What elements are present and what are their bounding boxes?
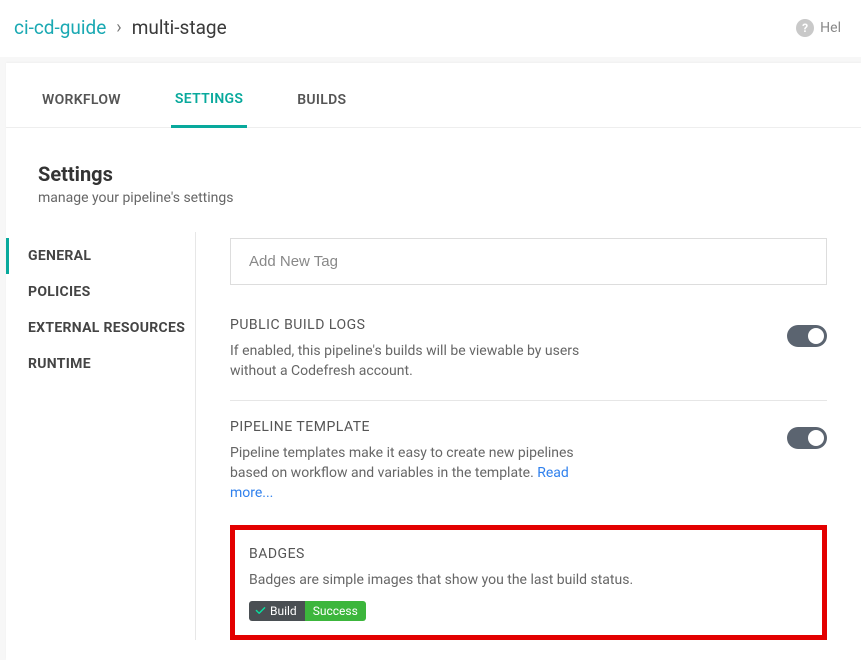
help-label: Hel xyxy=(820,20,841,36)
badge-build-label: Build xyxy=(270,604,297,618)
content-background: WORKFLOW SETTINGS BUILDS Settings manage… xyxy=(0,57,861,660)
tab-builds[interactable]: BUILDS xyxy=(293,91,350,127)
section-desc: If enabled, this pipeline's builds will … xyxy=(230,341,610,382)
badge-status-label: Success xyxy=(305,601,366,621)
section-title: PIPELINE TEMPLATE xyxy=(230,419,787,435)
section-pipeline-template: PIPELINE TEMPLATE Pipeline templates mak… xyxy=(230,400,827,522)
page-subtitle: manage your pipeline's settings xyxy=(38,190,861,206)
sidenav-external-resources[interactable]: EXTERNAL RESOURCES xyxy=(6,310,195,346)
sidenav-policies[interactable]: POLICIES xyxy=(6,274,195,310)
page-header: Settings manage your pipeline's settings xyxy=(6,128,861,214)
section-title: BADGES xyxy=(249,546,808,562)
build-status-badge[interactable]: Build Success xyxy=(249,601,366,621)
settings-sidenav: GENERAL POLICIES EXTERNAL RESOURCES RUNT… xyxy=(6,232,196,640)
sidenav-general[interactable]: GENERAL xyxy=(6,238,195,274)
section-public-build-logs: PUBLIC BUILD LOGS If enabled, this pipel… xyxy=(230,313,827,400)
question-icon: ? xyxy=(796,19,814,37)
breadcrumb: ci-cd-guide › multi-stage xyxy=(14,16,227,39)
template-desc-text: Pipeline templates make it easy to creat… xyxy=(230,445,574,481)
section-badges: BADGES Badges are simple images that sho… xyxy=(230,525,827,639)
tab-workflow[interactable]: WORKFLOW xyxy=(38,91,125,127)
tab-settings[interactable]: SETTINGS xyxy=(171,91,247,128)
breadcrumb-project-link[interactable]: ci-cd-guide xyxy=(14,16,106,39)
section-title: PUBLIC BUILD LOGS xyxy=(230,317,787,333)
chevron-right-icon: › xyxy=(116,17,121,38)
public-logs-toggle[interactable] xyxy=(787,325,827,347)
sidenav-runtime[interactable]: RUNTIME xyxy=(6,346,195,382)
breadcrumb-current: multi-stage xyxy=(132,16,227,39)
page-title: Settings xyxy=(38,162,861,186)
section-desc: Pipeline templates make it easy to creat… xyxy=(230,443,610,504)
columns: GENERAL POLICIES EXTERNAL RESOURCES RUNT… xyxy=(6,232,861,640)
top-bar: ci-cd-guide › multi-stage ? Hel xyxy=(0,0,861,57)
tabs: WORKFLOW SETTINGS BUILDS xyxy=(6,63,861,128)
section-desc: Badges are simple images that show you t… xyxy=(249,570,808,590)
build-icon xyxy=(255,605,266,616)
settings-main: PUBLIC BUILD LOGS If enabled, this pipel… xyxy=(196,232,861,640)
content-card: WORKFLOW SETTINGS BUILDS Settings manage… xyxy=(6,63,861,660)
add-tag-input[interactable] xyxy=(230,238,827,285)
help-link[interactable]: ? Hel xyxy=(796,19,841,37)
badge-left: Build xyxy=(249,601,305,621)
pipeline-template-toggle[interactable] xyxy=(787,427,827,449)
